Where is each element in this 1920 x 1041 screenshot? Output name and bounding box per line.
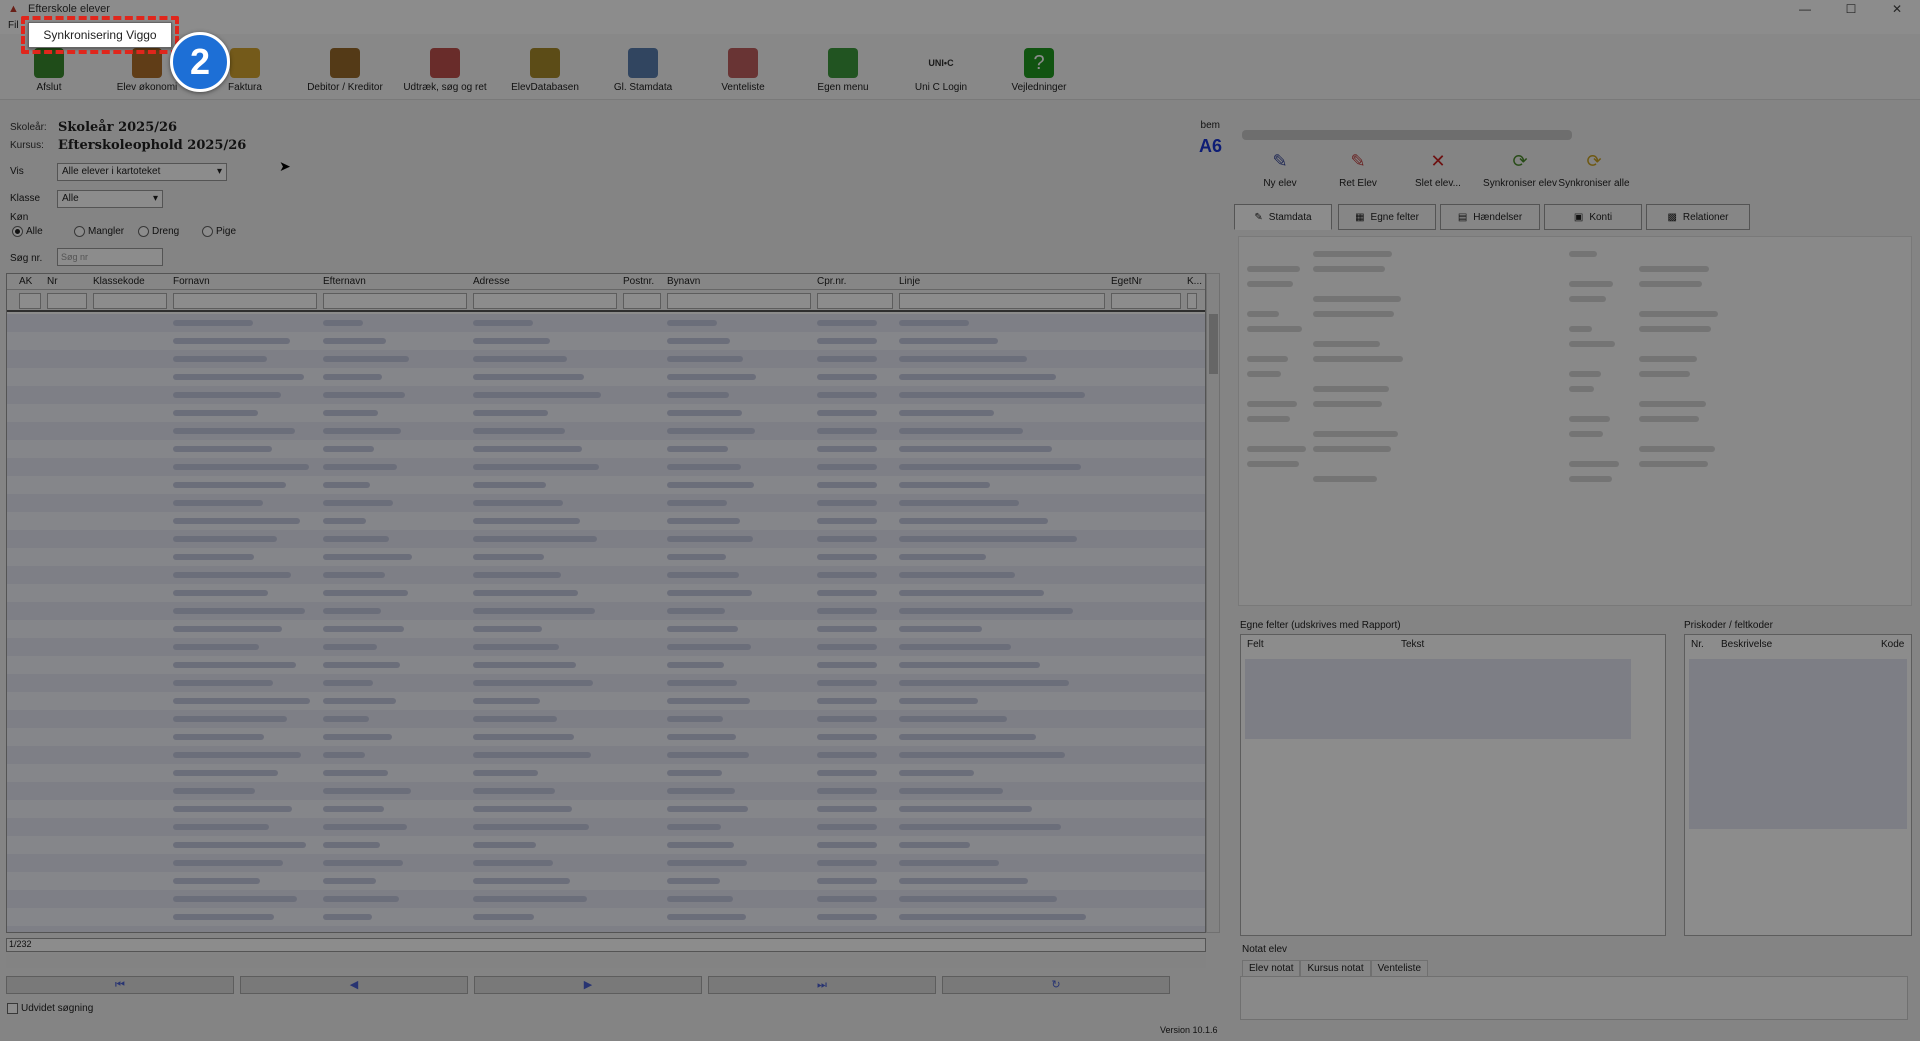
mouse-cursor-icon: ➤ — [279, 158, 291, 174]
dim-overlay — [0, 0, 1920, 1041]
highlight-box — [21, 16, 179, 54]
step-badge: 2 — [170, 32, 230, 92]
app-window: ▲ Efterskole elever — ☐ ✕ Fil Afslut Elev… — [0, 0, 1920, 1041]
